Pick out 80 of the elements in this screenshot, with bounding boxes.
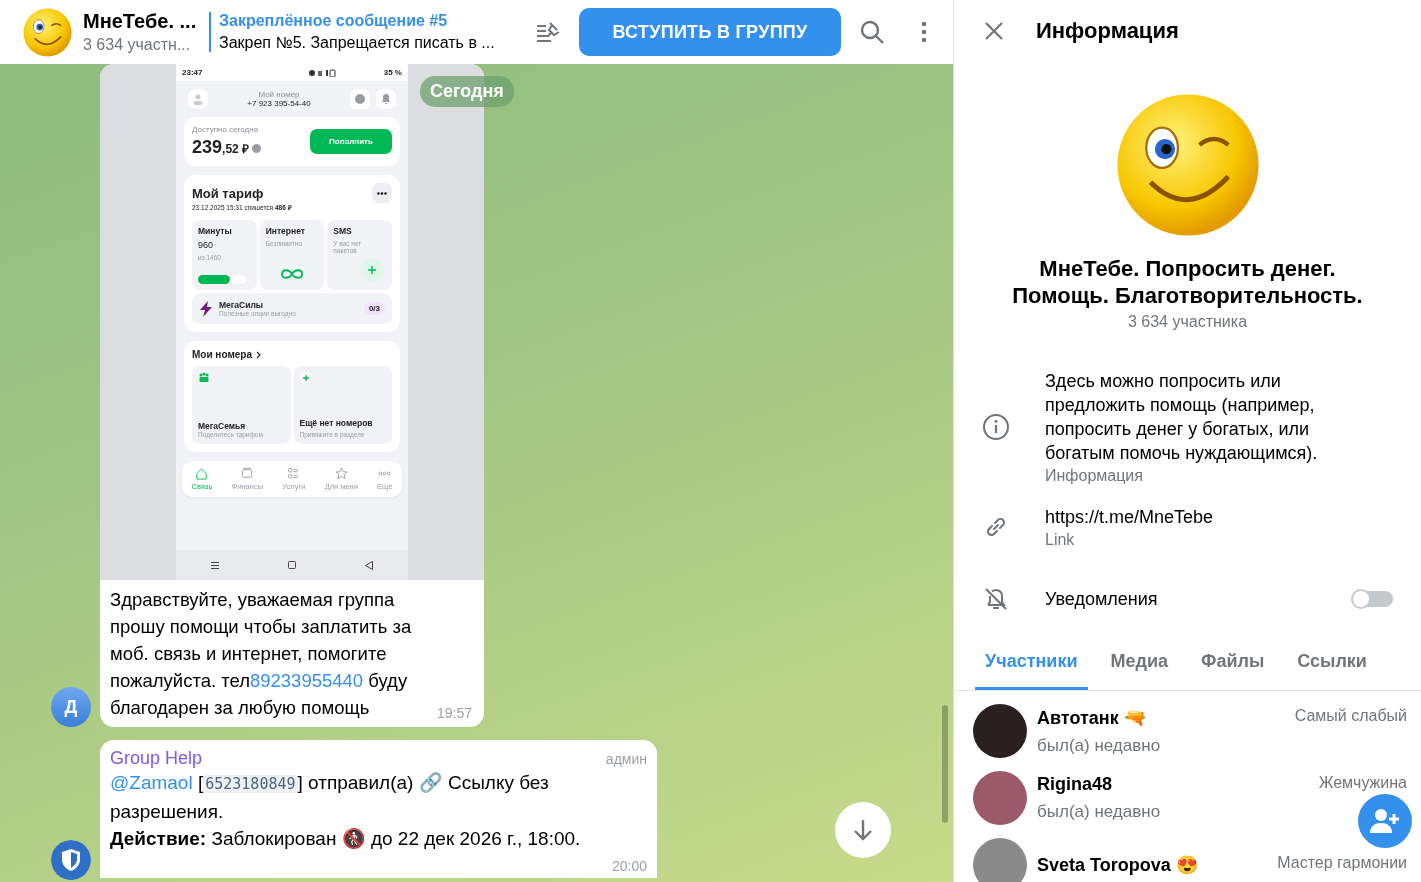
balance-label: Доступно сегодня (192, 125, 259, 134)
mention-link[interactable]: @Zamaol (110, 772, 193, 793)
notifications-label: Уведомления (1045, 588, 1158, 611)
tariff-title: Мой тариф (192, 185, 264, 201)
shield-avatar-icon[interactable] (51, 840, 91, 880)
menu-icon[interactable] (210, 561, 219, 569)
phone-link[interactable]: 89233955440 (249, 670, 364, 691)
panel-tab[interactable]: Участники (975, 643, 1088, 690)
pinned-text: Закреп №5. Запрещается писать в ... (219, 34, 496, 52)
scroll-down-button[interactable] (835, 802, 891, 858)
plus-icon (299, 372, 312, 384)
user-avatar[interactable]: Д (51, 687, 91, 727)
avatar-photo-placeholder[interactable] (973, 704, 1027, 758)
member-status: был(а) недавно (1037, 802, 1161, 822)
phone-number[interactable]: +7 923 395-54-40 (247, 99, 311, 108)
chevron-icon (256, 350, 261, 359)
member-count: 3 634 участн... (83, 36, 192, 54)
member-name[interactable]: Rigina48 (1037, 774, 1113, 795)
message-time: 20:00 (610, 858, 647, 874)
balance-amount: 239 (192, 137, 223, 158)
join-group-button[interactable]: ВСТУПИТЬ В ГРУППУ (579, 8, 841, 56)
numbers-title[interactable]: Мои номера (192, 349, 252, 360)
invite-link[interactable]: https://t.me/MneTebe (1045, 505, 1214, 529)
bell-icon[interactable] (376, 89, 396, 109)
panel-tab[interactable]: Ссылки (1287, 643, 1377, 690)
lightning-icon (199, 300, 213, 317)
chat-title[interactable]: МнеТебе. ... (83, 10, 201, 33)
group-name: МнеТебе. Попросить денег. Помощь. Благотворительность. (1011, 255, 1364, 309)
notifications-toggle[interactable] (1353, 591, 1393, 607)
balance-fraction: ,52 ₽ (222, 142, 250, 157)
add-member-button[interactable] (1358, 794, 1412, 848)
member-name[interactable]: Sveta Toropova 😍 (1037, 854, 1198, 876)
status-icons (308, 68, 339, 77)
search-icon[interactable] (858, 18, 886, 46)
megasily-count: 0/3 (363, 302, 385, 315)
member-title: Мастер гармонии (1277, 854, 1407, 873)
more-icon[interactable] (372, 183, 392, 203)
member-name[interactable]: Автотанк 🔫 (1037, 706, 1146, 729)
message-text: @Zamaol [6523180849] отправил(а) 🔗 Ссылку без разрешения. (110, 771, 550, 824)
message-time: 19:57 (436, 705, 472, 721)
panel-tab[interactable]: Файлы (1191, 643, 1275, 690)
admin-label: админ (605, 751, 647, 767)
member-count: 3 634 участника (1126, 313, 1249, 331)
wallet-icon (240, 467, 254, 480)
list-icon (287, 467, 301, 480)
member-title: Жемчужина (1318, 774, 1407, 793)
panel-title: Информация (1036, 18, 1179, 44)
battery-level: 35 % (383, 68, 402, 77)
people-icon (198, 372, 210, 382)
home-icon (195, 467, 209, 480)
member-title: Самый слабый (1294, 706, 1407, 726)
add-user-icon (1370, 808, 1400, 834)
infinity-icon (279, 268, 305, 280)
row-caption: Информация (1045, 467, 1144, 485)
group-description: Здесь можно попросить или предложить помощь (например, попросить денег у богатых, или богатым помочь нуждающимся). (1045, 370, 1319, 465)
date-badge: Сегодня (420, 76, 514, 107)
tile-title: МегаСемья (198, 421, 247, 431)
group-avatar-icon (23, 7, 72, 57)
pinned-label: Закреплённое сообщение #5 (219, 12, 449, 30)
action-text: Действие: Заблокирован 🚷 до 22 дек 2026 г., 18:00. (110, 827, 582, 851)
user-id-code[interactable]: 6523180849 (203, 775, 298, 793)
member-status: был(а) недавно (1037, 735, 1161, 756)
tile-title: Ещё нет номеров (299, 417, 374, 430)
row-caption: Link (1045, 531, 1076, 549)
back-icon[interactable] (365, 560, 374, 570)
minutes-value: 960 (198, 240, 215, 250)
scrollbar[interactable] (942, 705, 948, 823)
tile-title: Интернет (265, 226, 306, 236)
panel-tab[interactable]: Медиа (1100, 643, 1178, 690)
tile-title: Минуты (198, 226, 233, 236)
tile-title: SMS (333, 226, 353, 236)
pinned-message[interactable]: Закреплённое сообщение #5 Закреп №5. Запрещается писать в ... (209, 12, 519, 52)
home-button-icon[interactable] (288, 561, 296, 569)
status-time: 23:47 (182, 68, 203, 77)
group-avatar-icon (1115, 93, 1260, 237)
megasily-title: МегаСилы (219, 300, 265, 310)
star-icon (334, 467, 348, 480)
message-text: Здравствуйте, уважаемая группа прошу помощи чтобы заплатить за моб. связь и интернет, помогите пожалуйста. тел89233955440 буду благодарен за любую помощь (109, 588, 413, 720)
sender-name[interactable]: Group Help (110, 748, 203, 769)
number-label: Мой номер (258, 90, 300, 99)
